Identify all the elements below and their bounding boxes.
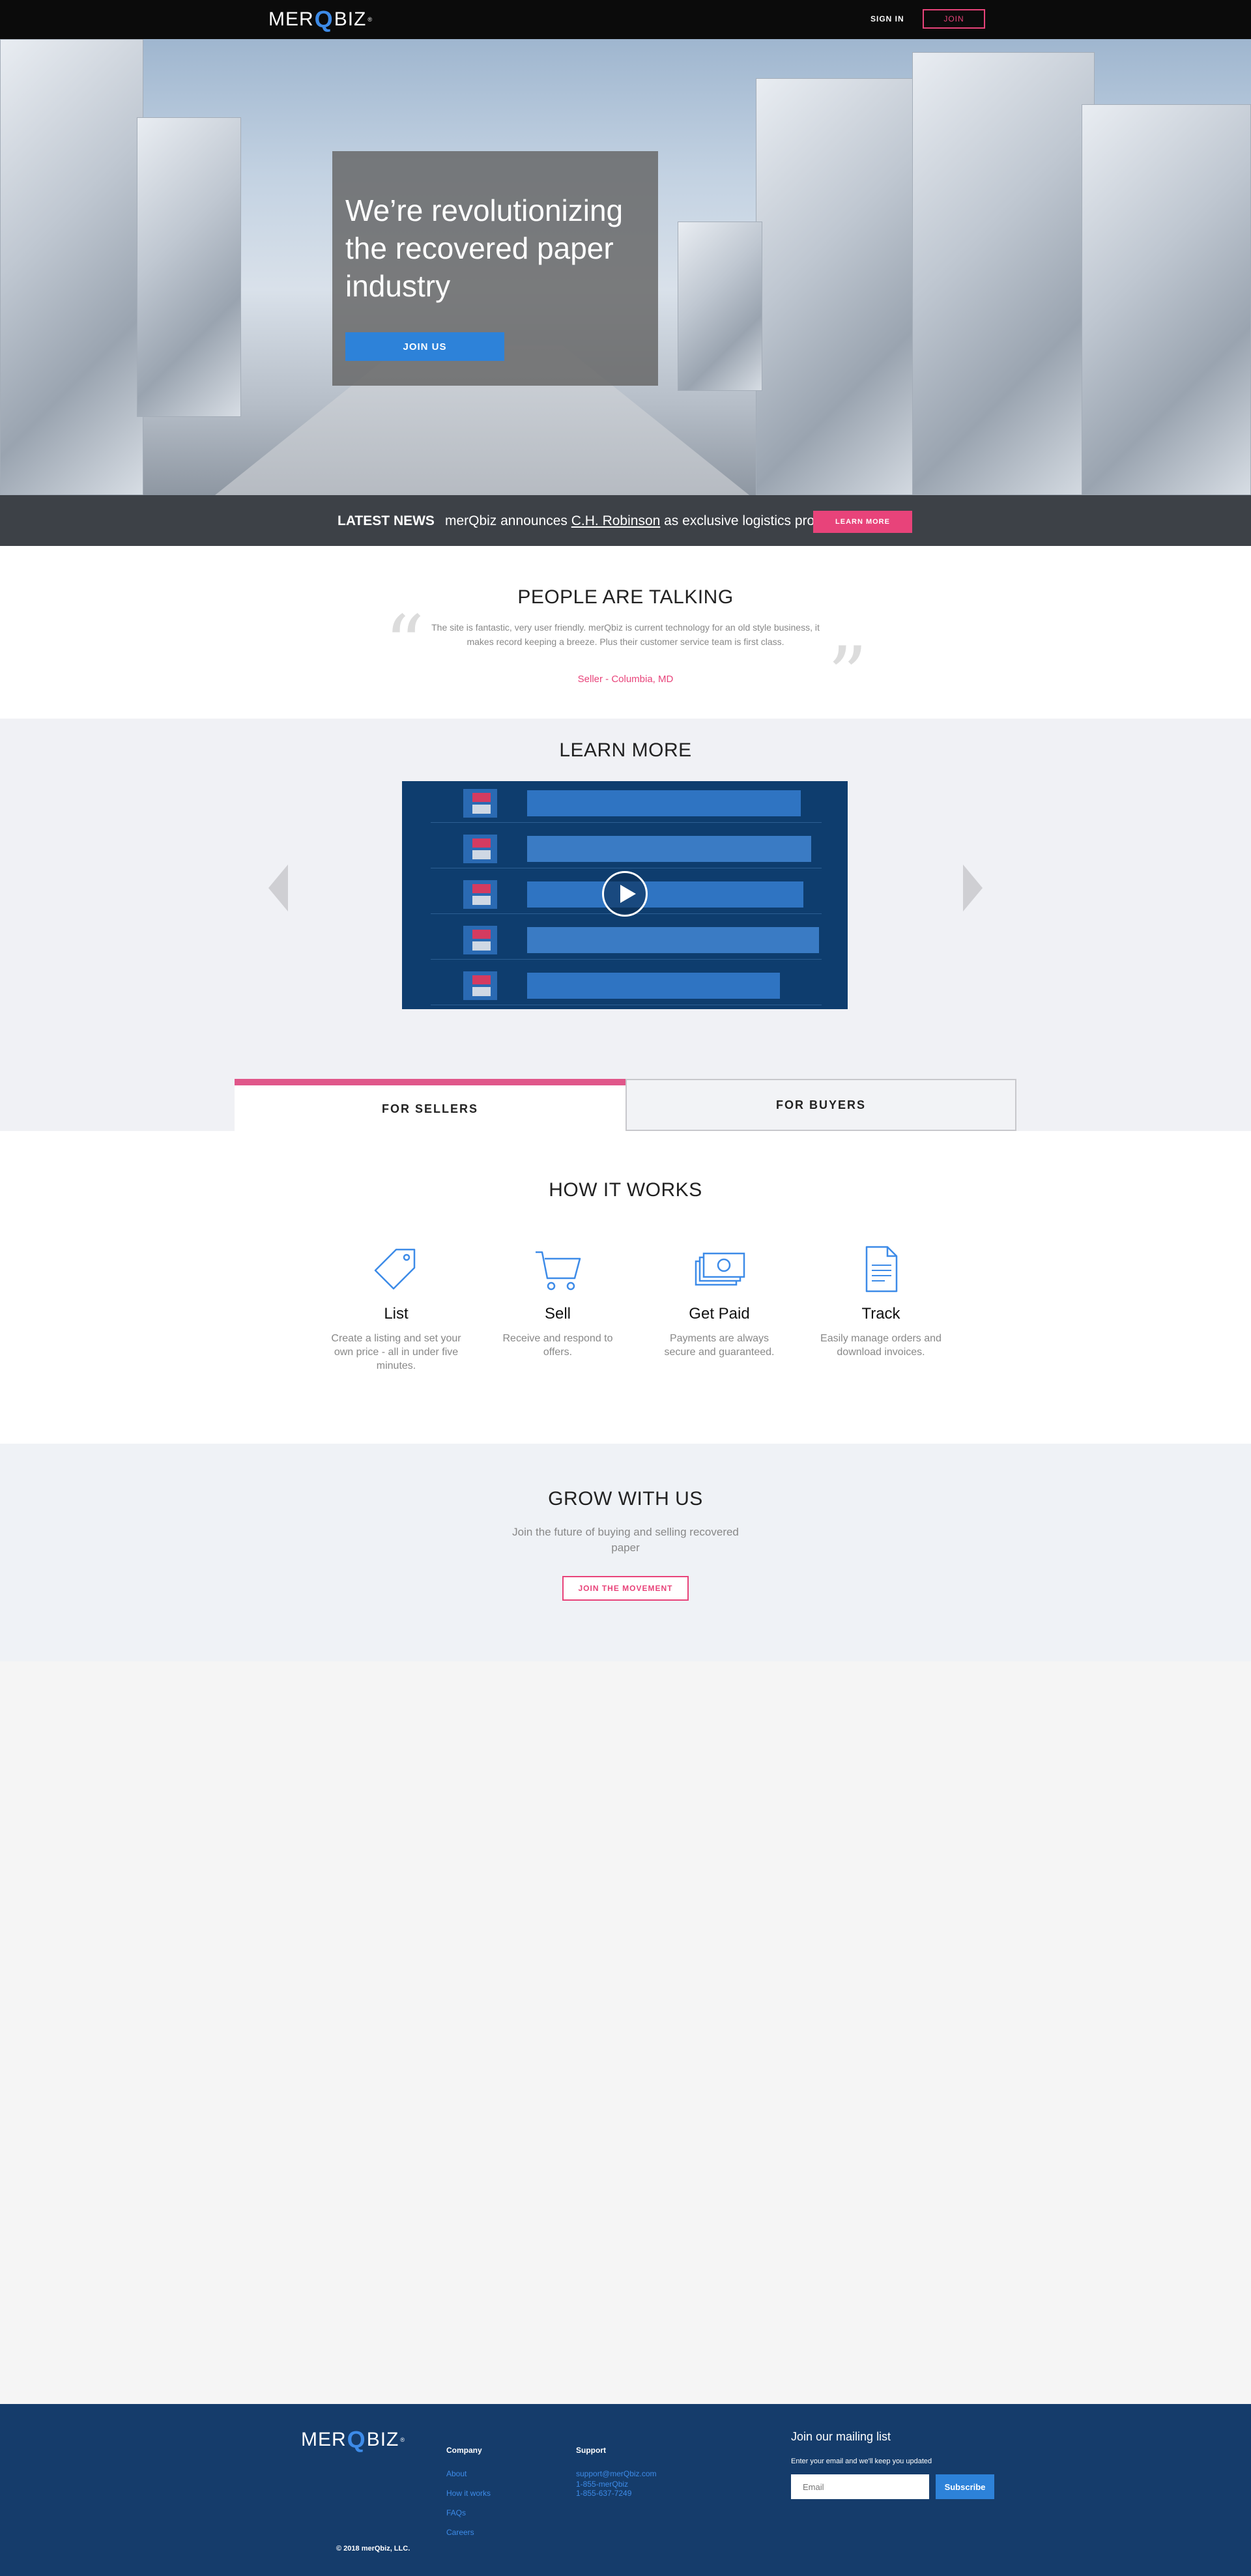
learn-more-section: LEARN MORE FOR SELLERS FOR BUYERS bbox=[0, 719, 1251, 1131]
mill-icon bbox=[463, 971, 497, 1000]
video-bar bbox=[527, 927, 819, 953]
step-description: Payments are always secure and guarantee… bbox=[664, 1333, 775, 1358]
logo-text-start: MER bbox=[301, 2429, 347, 2450]
logo-q: Q bbox=[314, 6, 334, 33]
hero-bale-left-2 bbox=[137, 117, 241, 417]
top-navigation: MER Q BIZ ® SIGN IN JOIN bbox=[0, 0, 1251, 39]
hero-bale-right-1 bbox=[756, 78, 925, 495]
footer-link-how-it-works[interactable]: How it works bbox=[446, 2489, 491, 2498]
footer-support-phone-digits[interactable]: 1-855-637-7249 bbox=[576, 2489, 631, 2498]
step-title: List bbox=[384, 1305, 409, 1323]
step-title: Track bbox=[861, 1305, 900, 1323]
mailing-list-subtitle: Enter your email and we'll keep you upda… bbox=[791, 2457, 932, 2465]
video-illustration-row bbox=[431, 964, 822, 1005]
video-player[interactable] bbox=[402, 781, 848, 1009]
step-title: Get Paid bbox=[689, 1305, 750, 1323]
video-bar bbox=[527, 973, 780, 999]
train-icon bbox=[463, 926, 497, 954]
testimonial-quote: The site is fantastic, very user friendl… bbox=[431, 622, 820, 647]
grow-subtitle: Join the future of buying and selling re… bbox=[512, 1526, 739, 1554]
hero-overlay-box: We’re revolutionizing the recovered pape… bbox=[332, 151, 658, 386]
step-sell: Sell Receive and respond to offers. bbox=[493, 1243, 623, 1359]
step-description: Easily manage orders and download invoic… bbox=[820, 1333, 942, 1358]
grow-title: GROW WITH US bbox=[548, 1488, 703, 1510]
logo-q: Q bbox=[347, 2426, 366, 2453]
step-list: List Create a listing and set your own p… bbox=[331, 1243, 461, 1373]
how-it-works-title: HOW IT WORKS bbox=[549, 1179, 702, 1201]
footer-link-careers[interactable]: Careers bbox=[446, 2528, 474, 2537]
latest-news-bar: LATEST NEWS merQbiz announces C.H. Robin… bbox=[0, 495, 1251, 546]
step-track: Track Easily manage orders and download … bbox=[816, 1243, 946, 1359]
video-bar bbox=[527, 836, 811, 862]
logo-trademark: ® bbox=[367, 16, 373, 23]
footer-company-title: Company bbox=[446, 2446, 482, 2455]
footer-logo[interactable]: MER Q BIZ ® bbox=[301, 2426, 405, 2454]
email-input[interactable] bbox=[791, 2474, 929, 2499]
mailing-list-title: Join our mailing list bbox=[791, 2430, 891, 2443]
video-bar bbox=[527, 881, 803, 908]
carousel-next-arrow-icon[interactable] bbox=[963, 865, 983, 911]
grow-with-us-section: GROW WITH US Join the future of buying a… bbox=[0, 1444, 1251, 1661]
merqbiz-logo[interactable]: MER Q BIZ ® bbox=[268, 6, 373, 33]
open-quote-icon: “ bbox=[384, 599, 425, 690]
footer-link-faqs[interactable]: FAQs bbox=[446, 2508, 466, 2517]
learn-more-news-button[interactable]: LEARN MORE bbox=[813, 511, 912, 533]
hero-section: We’re revolutionizing the recovered pape… bbox=[0, 39, 1251, 495]
logo-text-end: BIZ bbox=[366, 2429, 399, 2450]
warehouse-icon bbox=[463, 835, 497, 863]
step-get-paid: Get Paid Payments are always secure and … bbox=[654, 1243, 784, 1359]
learn-more-title: LEARN MORE bbox=[559, 739, 692, 761]
join-the-movement-button[interactable]: JOIN THE MOVEMENT bbox=[562, 1576, 689, 1601]
logo-text-end: BIZ bbox=[334, 8, 367, 30]
sign-in-link[interactable]: SIGN IN bbox=[870, 13, 904, 25]
how-it-works-section: HOW IT WORKS List Create a listing and s… bbox=[0, 1131, 1251, 1444]
step-description: Create a listing and set your own price … bbox=[331, 1333, 461, 1371]
tab-for-buyers[interactable]: FOR BUYERS bbox=[626, 1079, 1016, 1131]
copyright: © 2018 merQbiz, LLC. bbox=[336, 2545, 410, 2553]
hero-bale-left bbox=[0, 39, 143, 495]
join-button[interactable]: JOIN bbox=[923, 9, 985, 29]
hero-title: We’re revolutionizing the recovered pape… bbox=[345, 193, 624, 303]
carousel-prev-arrow-icon[interactable] bbox=[268, 865, 288, 911]
subscribe-button[interactable]: Subscribe bbox=[936, 2474, 994, 2499]
video-bar bbox=[527, 790, 801, 816]
video-illustration-row bbox=[431, 918, 822, 960]
logo-text-start: MER bbox=[268, 8, 314, 30]
hero-bale-right-3 bbox=[1082, 104, 1251, 495]
invoice-icon bbox=[865, 1246, 898, 1293]
footer-link-about[interactable]: About bbox=[446, 2469, 467, 2478]
testimonials-section: PEOPLE ARE TALKING “ The site is fantast… bbox=[0, 546, 1251, 719]
truck-icon bbox=[463, 880, 497, 909]
footer-support-title: Support bbox=[576, 2446, 606, 2455]
join-us-button[interactable]: JOIN US bbox=[345, 332, 504, 361]
hero-bale-far bbox=[678, 222, 762, 391]
logo-trademark: ® bbox=[400, 2437, 405, 2443]
price-tag-icon bbox=[374, 1248, 416, 1290]
footer-support-phone[interactable]: 1-855-merQbiz bbox=[576, 2480, 628, 2489]
news-label: LATEST NEWS bbox=[338, 513, 435, 528]
play-icon[interactable] bbox=[602, 871, 648, 917]
news-text-before: merQbiz announces bbox=[444, 513, 571, 528]
factory-icon bbox=[463, 789, 497, 818]
footer-support-email[interactable]: support@merQbiz.com bbox=[576, 2469, 657, 2478]
cash-icon bbox=[695, 1252, 745, 1286]
cart-icon bbox=[536, 1251, 581, 1291]
step-description: Receive and respond to offers. bbox=[502, 1333, 613, 1358]
video-illustration-row bbox=[431, 781, 822, 823]
footer: MER Q BIZ ® Company About How it works FAQs… bbox=[0, 2404, 1251, 2576]
news-link-ch-robinson[interactable]: C.H. Robinson bbox=[571, 513, 661, 529]
news-text: LATEST NEWS merQbiz announces C.H. Robin… bbox=[338, 511, 844, 532]
hero-bale-right-2 bbox=[912, 52, 1095, 495]
video-illustration-row bbox=[431, 827, 822, 868]
testimonials-title: PEOPLE ARE TALKING bbox=[517, 586, 734, 608]
step-title: Sell bbox=[544, 1305, 571, 1323]
tab-for-sellers[interactable]: FOR SELLERS bbox=[235, 1079, 626, 1131]
testimonial-author: Seller - Columbia, MD bbox=[577, 674, 674, 685]
